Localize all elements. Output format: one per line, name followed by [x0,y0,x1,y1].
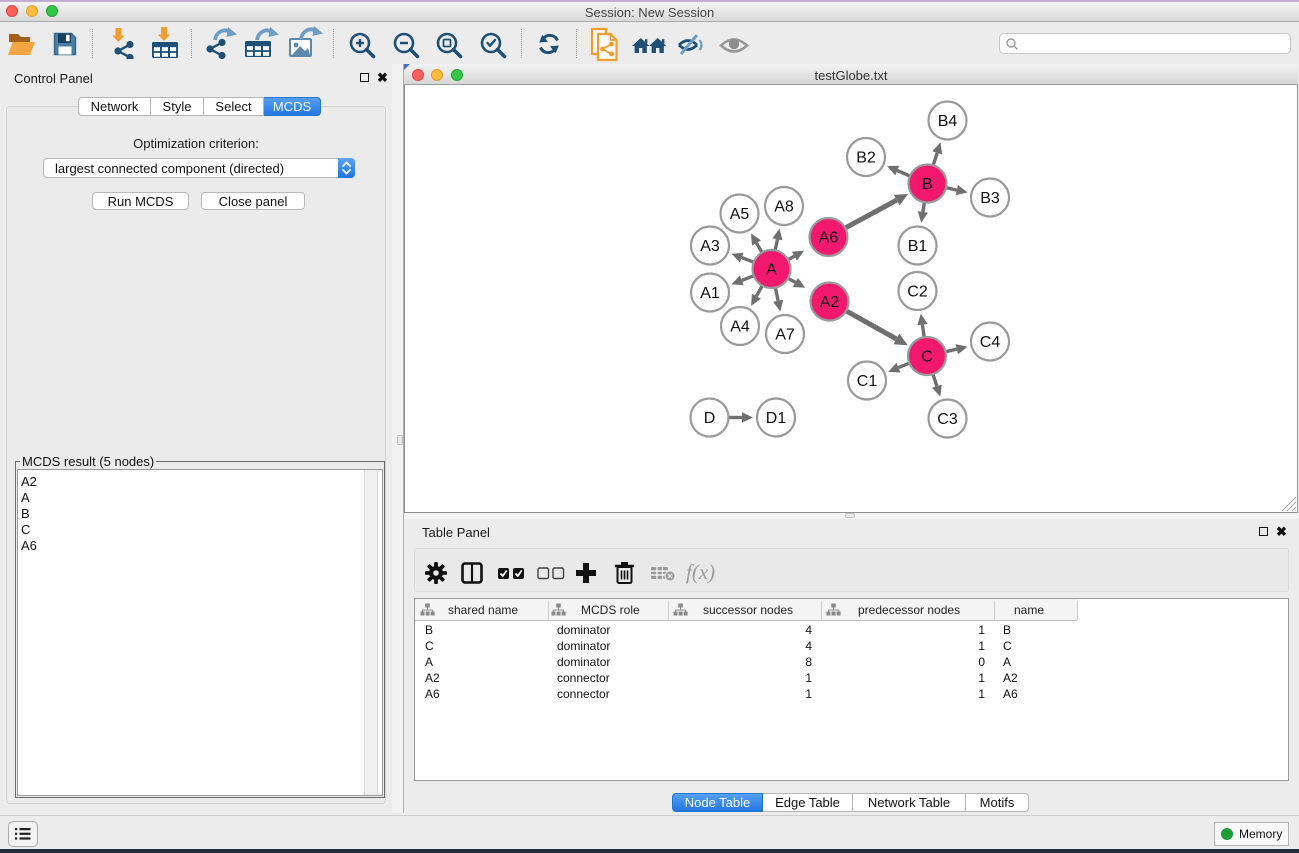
svg-text:C4: C4 [980,334,1001,351]
svg-text:B3: B3 [980,190,1000,207]
svg-text:A: A [766,262,777,279]
svg-text:A3: A3 [700,238,720,255]
svg-text:C2: C2 [907,284,928,301]
svg-text:A5: A5 [730,206,750,223]
svg-text:A6: A6 [819,230,839,247]
svg-text:B: B [922,176,933,193]
svg-text:A8: A8 [774,199,794,216]
svg-text:B4: B4 [938,113,958,130]
svg-text:A4: A4 [730,319,750,336]
svg-text:A2: A2 [820,294,840,311]
svg-text:C: C [921,349,933,366]
svg-text:C1: C1 [857,373,878,390]
svg-text:B2: B2 [856,150,876,167]
svg-text:D1: D1 [766,410,787,427]
svg-text:A7: A7 [775,327,795,344]
svg-text:C3: C3 [937,411,958,428]
svg-text:D: D [704,410,716,427]
svg-text:A1: A1 [700,285,720,302]
svg-text:B1: B1 [908,238,928,255]
